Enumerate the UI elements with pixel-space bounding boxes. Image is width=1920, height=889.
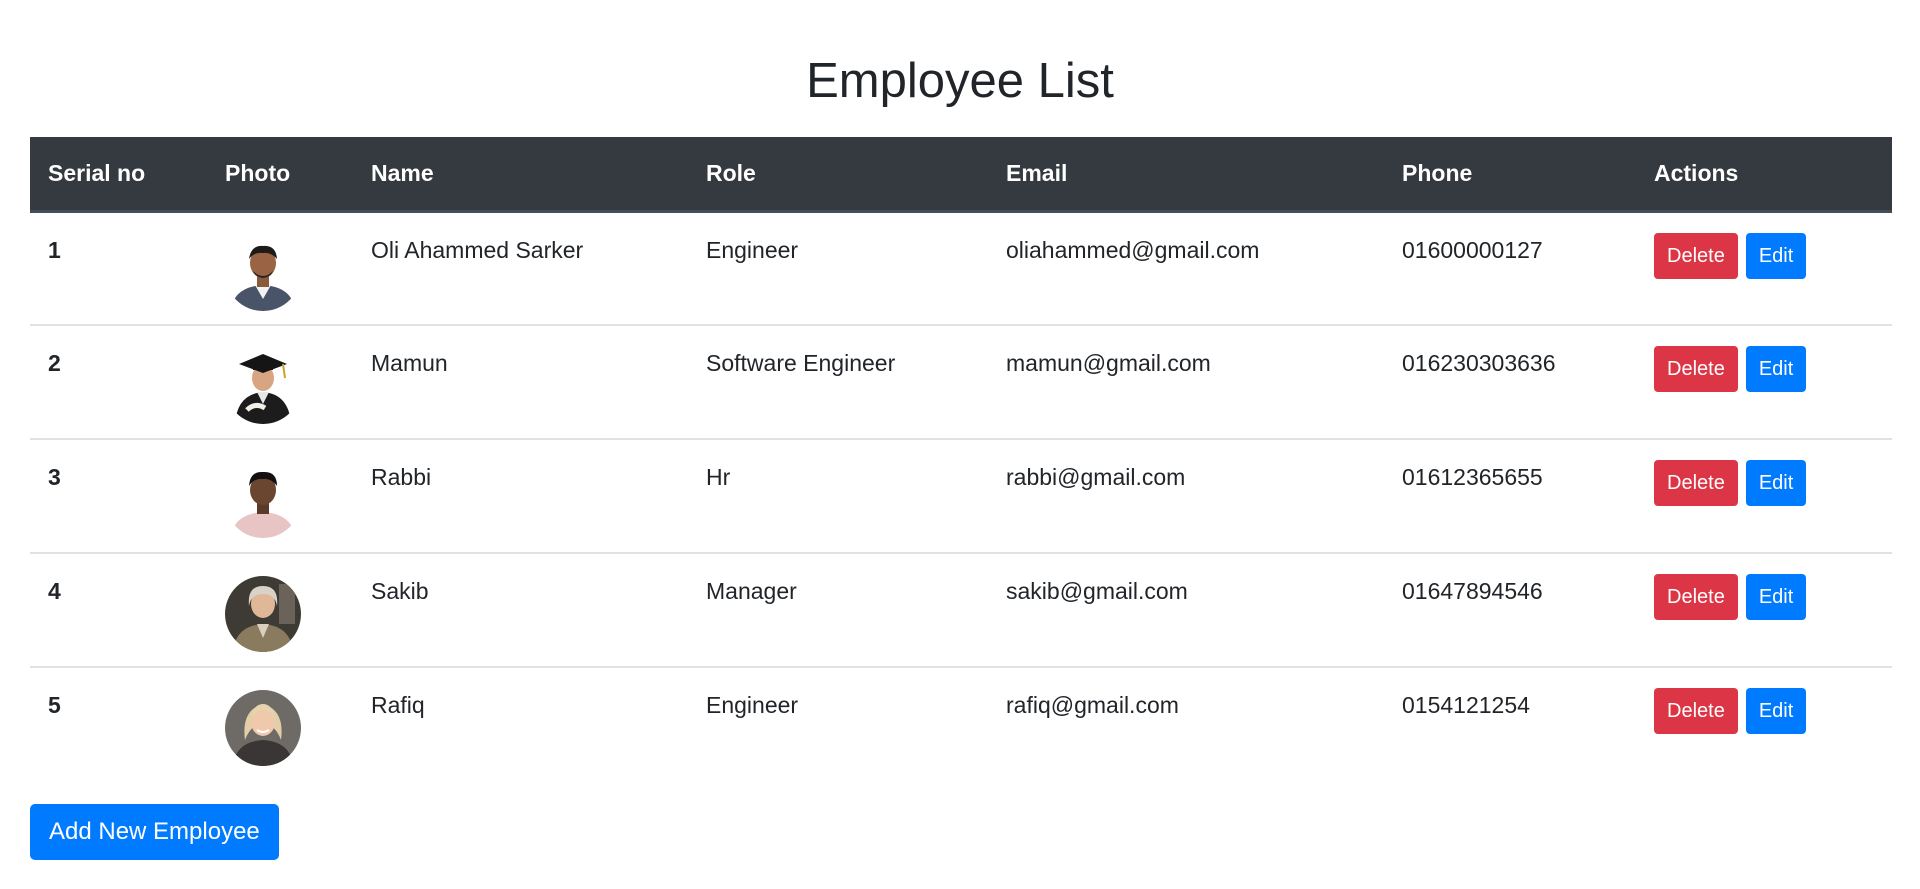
delete-button[interactable]: Delete — [1654, 460, 1738, 506]
actions-cell: Delete Edit — [1636, 439, 1892, 554]
serial-cell: 2 — [30, 325, 207, 440]
column-header-photo: Photo — [207, 137, 353, 213]
person-avatar-icon — [225, 690, 301, 766]
photo-cell — [207, 667, 353, 781]
column-header-role: Role — [688, 137, 988, 213]
phone-cell: 01612365655 — [1384, 439, 1636, 554]
role-cell: Manager — [688, 553, 988, 668]
table-row: 2 Mamun Software Engineer mamun@gmail.co… — [30, 325, 1892, 440]
table-row: 3 Rabbi Hr rabbi@gmail.com 01612365655 D… — [30, 439, 1892, 554]
serial-cell: 5 — [48, 692, 61, 718]
photo-cell — [207, 211, 353, 326]
column-header-phone: Phone — [1384, 137, 1636, 213]
role-cell: Engineer — [688, 211, 988, 326]
person-avatar-icon — [225, 234, 301, 311]
column-header-actions: Actions — [1636, 137, 1892, 213]
add-employee-button[interactable]: Add New Employee — [30, 804, 279, 860]
photo-cell — [207, 325, 353, 440]
photo-cell — [207, 553, 353, 668]
role-cell: Hr — [688, 439, 988, 554]
delete-button[interactable]: Delete — [1654, 574, 1738, 620]
name-cell: Oli Ahammed Sarker — [353, 211, 688, 326]
table-row: 1 Oli Ahammed Sarker Engineer oliahammed… — [30, 211, 1892, 326]
table-row: 4 Sakib Manager sakib@gmail.com 01647894… — [30, 553, 1892, 668]
role-cell: Software Engineer — [688, 325, 988, 440]
email-cell: sakib@gmail.com — [988, 553, 1384, 668]
column-header-email: Email — [988, 137, 1384, 213]
serial-cell: 4 — [30, 553, 207, 668]
edit-button[interactable]: Edit — [1745, 688, 1807, 734]
delete-button[interactable]: Delete — [1654, 232, 1738, 279]
photo-cell — [207, 439, 353, 554]
name-cell: Sakib — [353, 553, 688, 668]
employee-table: Serial no Photo Name Role Email Phone Ac… — [30, 137, 1892, 781]
person-avatar-icon — [225, 462, 301, 538]
page-title: Employee List — [806, 54, 1114, 108]
email-cell: oliahammed@gmail.com — [988, 211, 1384, 326]
delete-button[interactable]: Delete — [1654, 688, 1738, 734]
actions-cell: Delete Edit — [1636, 325, 1892, 440]
phone-cell: 0154121254 — [1402, 692, 1530, 718]
name-cell: Rabbi — [353, 439, 688, 554]
employee-table-container: Serial no Photo Name Role Email Phone Ac… — [30, 137, 1892, 781]
serial-cell: 1 — [30, 211, 207, 326]
email-cell: rabbi@gmail.com — [988, 439, 1384, 554]
actions-cell: Delete Edit — [1636, 667, 1892, 781]
person-avatar-icon — [225, 576, 301, 652]
role-cell: Engineer — [706, 692, 799, 718]
table-row: 5 Rafiq Engineer rafiq@gmail.com 0154121… — [30, 667, 1892, 781]
edit-button[interactable]: Edit — [1745, 346, 1807, 392]
phone-cell: 01647894546 — [1384, 553, 1636, 668]
actions-cell: Delete Edit — [1636, 211, 1892, 326]
table-body: 1 Oli Ahammed Sarker Engineer oliahammed… — [30, 211, 1892, 781]
column-header-serial: Serial no — [30, 137, 207, 213]
name-cell: Mamun — [353, 325, 688, 440]
actions-cell: Delete Edit — [1636, 553, 1892, 668]
delete-button[interactable]: Delete — [1654, 346, 1738, 392]
table-header: Serial no Photo Name Role Email Phone Ac… — [30, 137, 1892, 213]
email-cell: rafiq@gmail.com — [1006, 692, 1179, 718]
email-cell: mamun@gmail.com — [988, 325, 1384, 440]
graduate-avatar-icon — [225, 348, 301, 424]
employee-list-page: Employee List Serial no Photo Name Role … — [0, 0, 1920, 889]
phone-cell: 016230303636 — [1384, 325, 1636, 440]
edit-button[interactable]: Edit — [1745, 460, 1807, 506]
column-header-name: Name — [353, 137, 688, 213]
phone-cell: 01600000127 — [1384, 211, 1636, 326]
edit-button[interactable]: Edit — [1745, 574, 1807, 620]
name-cell: Rafiq — [371, 692, 425, 718]
serial-cell: 3 — [30, 439, 207, 554]
edit-button[interactable]: Edit — [1745, 232, 1807, 279]
table-header-row: Serial no Photo Name Role Email Phone Ac… — [30, 137, 1892, 213]
